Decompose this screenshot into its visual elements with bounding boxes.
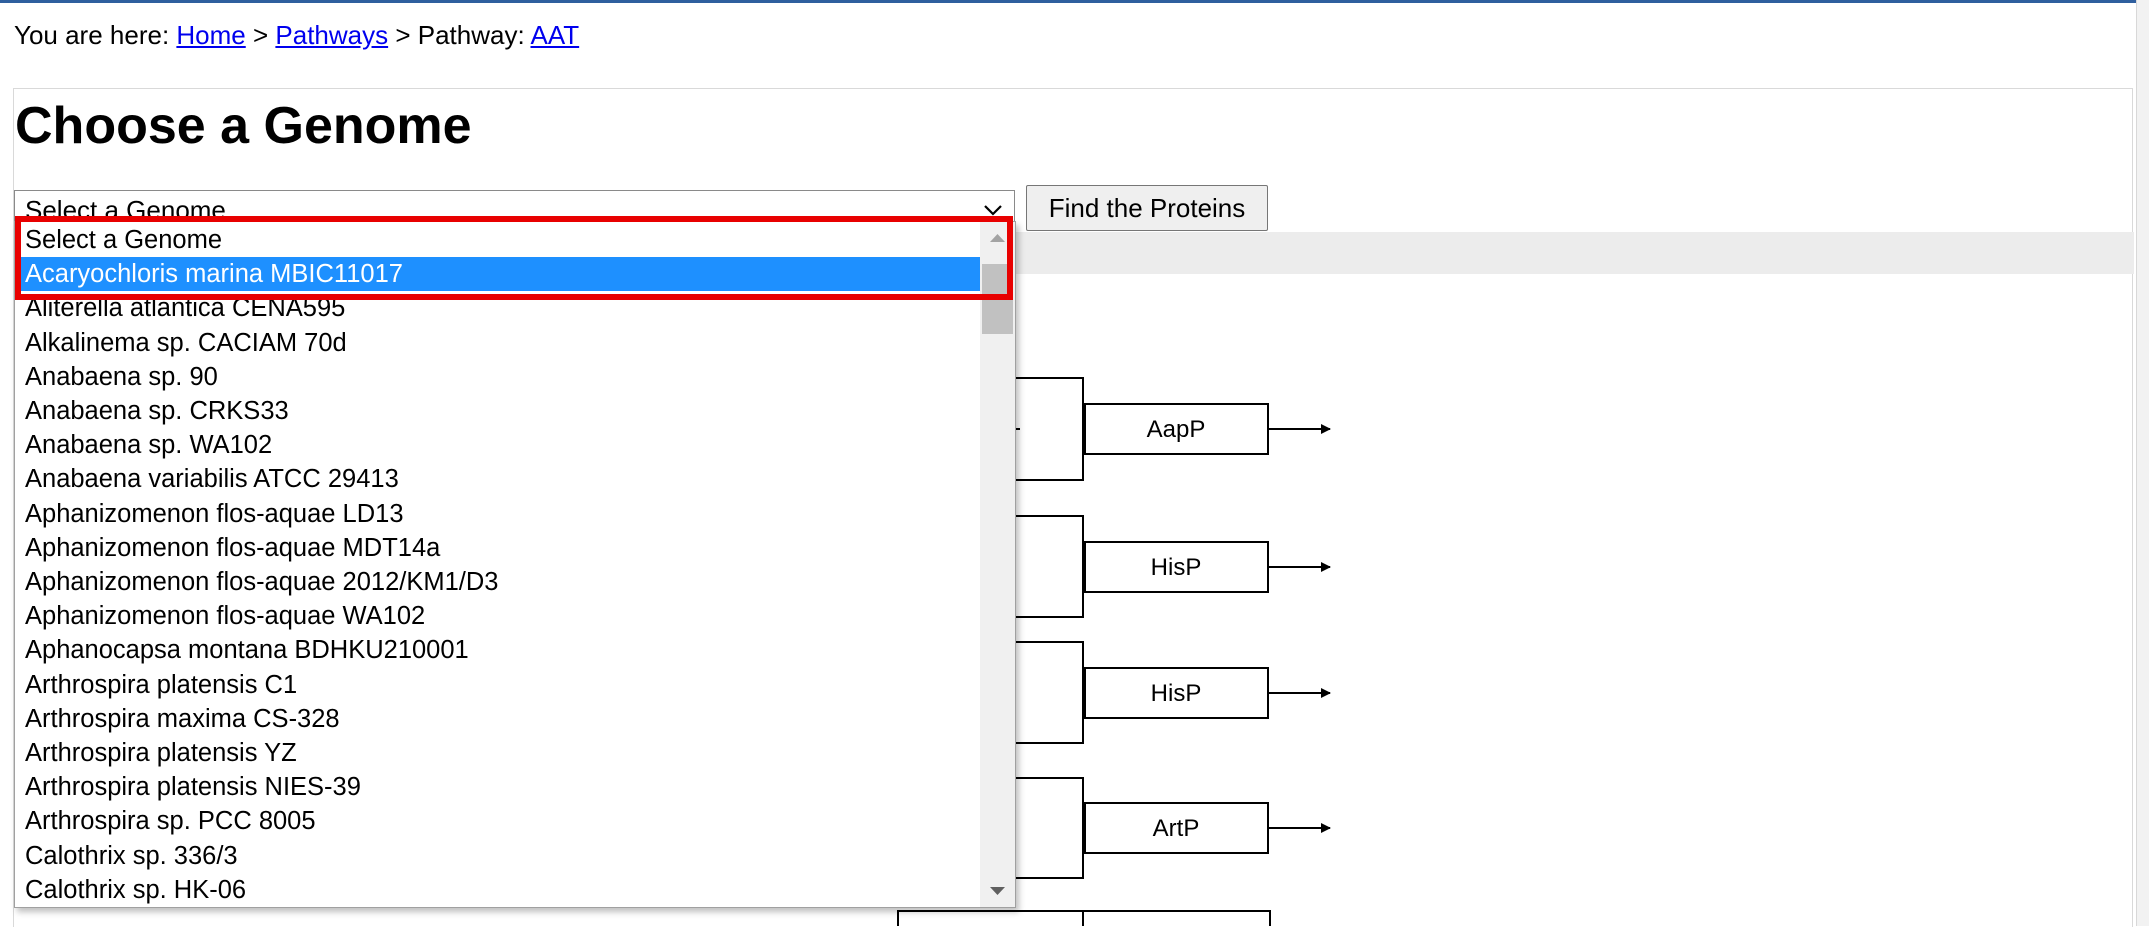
scroll-down-arrow-icon[interactable] <box>980 877 1015 907</box>
connector-line <box>897 910 1084 926</box>
scroll-up-arrow-icon[interactable] <box>980 222 1015 252</box>
genome-option[interactable]: Alkalinema sp. CACIAM 70d <box>16 326 980 360</box>
genome-option[interactable]: Anabaena variabilis ATCC 29413 <box>16 462 980 496</box>
genome-option[interactable]: Aphanizomenon flos-aquae MDT14a <box>16 531 980 565</box>
pathway-node-hisp: HisP <box>1151 680 1202 707</box>
genome-option[interactable]: Anabaena sp. WA102 <box>16 428 980 462</box>
scrollbar-thumb[interactable] <box>982 264 1013 334</box>
pathway-node-artp: ArtP <box>1153 815 1200 842</box>
genome-option[interactable]: Anabaena sp. 90 <box>16 360 980 394</box>
genome-option[interactable]: Arthrospira platensis YZ <box>16 736 980 770</box>
genome-option[interactable]: Calothrix sp. HK-06 <box>16 873 980 907</box>
connector-line <box>1083 910 1271 926</box>
pathway-node-hisp: HisP <box>1151 554 1202 581</box>
genome-option[interactable]: Arthrospira platensis C1 <box>16 668 980 702</box>
chevron-down-icon <box>984 205 1002 216</box>
genome-option[interactable]: Aphanocapsa montana BDHKU210001 <box>16 633 980 667</box>
genome-option[interactable]: Calothrix sp. 336/3 <box>16 839 980 873</box>
connector-line <box>1012 515 1084 618</box>
genome-option[interactable]: Aphanizomenon flos-aquae 2012/KM1/D3 <box>16 565 980 599</box>
connector-line <box>1012 377 1084 481</box>
genome-option[interactable]: Arthrospira platensis NIES-39 <box>16 770 980 804</box>
genome-option[interactable]: Arthrospira maxima CS-328 <box>16 702 980 736</box>
genome-option[interactable]: Aphanizomenon flos-aquae WA102 <box>16 599 980 633</box>
pathway-node-aapp: AapP <box>1147 416 1206 443</box>
genome-option[interactable]: Aphanizomenon flos-aquae LD13 <box>16 497 980 531</box>
genome-dropdown-list[interactable]: Select a Genome Acaryochloris marina MBIC… <box>14 221 1016 908</box>
genome-option[interactable]: Anabaena sp. CRKS33 <box>16 394 980 428</box>
connector-line <box>1012 777 1084 879</box>
genome-option-selected[interactable]: Acaryochloris marina MBIC11017 <box>16 257 980 292</box>
genome-option[interactable]: Aliterella atlantica CENA595 <box>16 291 980 325</box>
dropdown-scrollbar[interactable] <box>980 222 1015 907</box>
genome-option[interactable]: Select a Genome <box>16 223 980 257</box>
genome-option[interactable]: Arthrospira sp. PCC 8005 <box>16 804 980 838</box>
connector-line <box>1012 641 1084 744</box>
find-proteins-button[interactable]: Find the Proteins <box>1026 185 1268 231</box>
